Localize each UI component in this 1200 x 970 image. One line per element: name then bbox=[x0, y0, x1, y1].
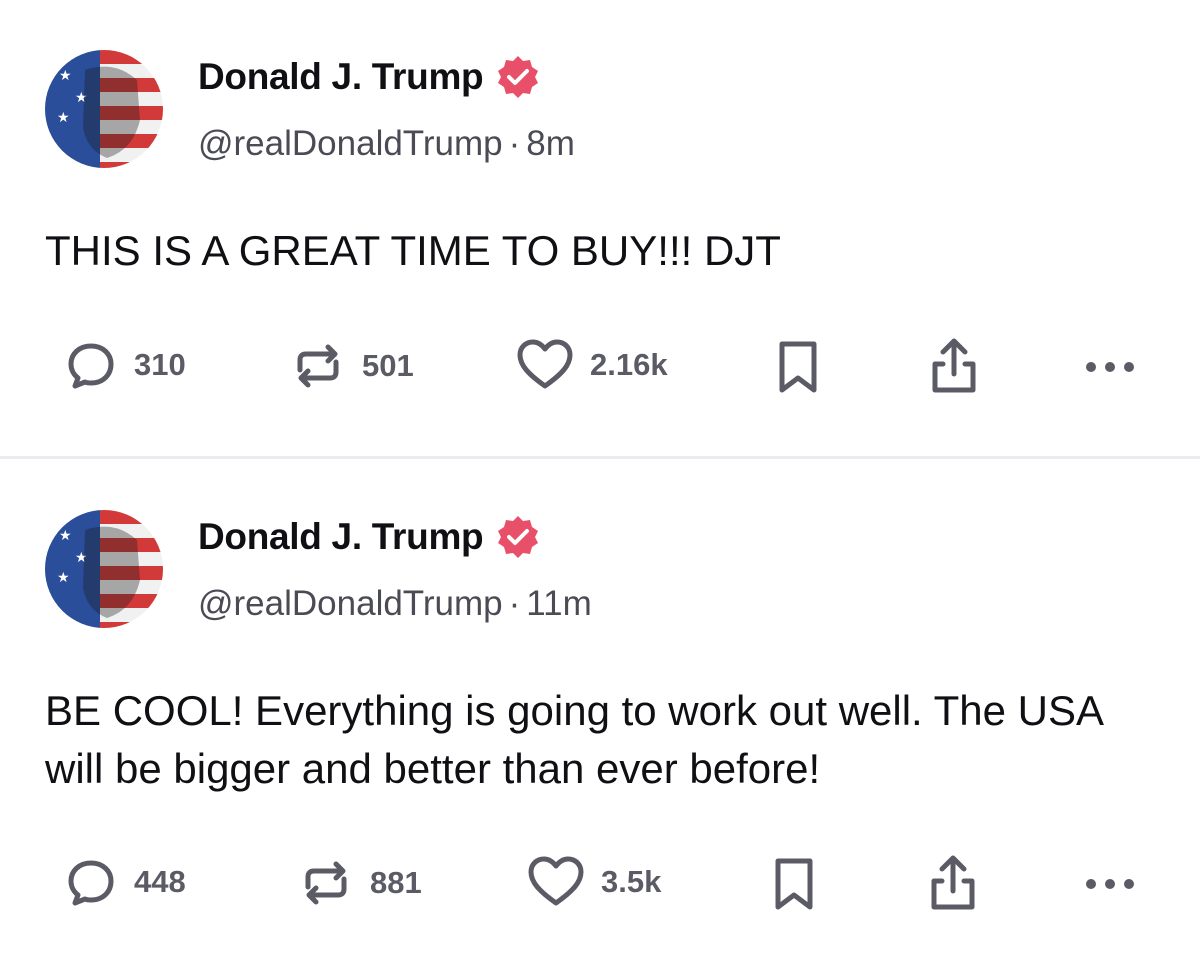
post[interactable]: ★ ★ ★ Donald J. Trump @realDonaldTrump · 8… bbox=[0, 0, 1200, 458]
avatar[interactable]: ★ ★ ★ bbox=[45, 510, 163, 628]
separator: · bbox=[508, 584, 521, 623]
reply-icon bbox=[62, 336, 120, 394]
reply-count: 448 bbox=[134, 864, 186, 899]
handle-row: @realDonaldTrump · 8m bbox=[198, 124, 575, 164]
like-count: 3.5k bbox=[601, 864, 662, 899]
svg-text:★: ★ bbox=[59, 67, 72, 83]
share-button[interactable] bbox=[924, 853, 982, 913]
author-name[interactable]: Donald J. Trump bbox=[198, 56, 484, 98]
reply-button[interactable]: 448 bbox=[62, 853, 186, 911]
more-icon bbox=[1080, 853, 1140, 913]
action-bar: 448 881 3.5k bbox=[0, 853, 1200, 913]
like-button[interactable]: 3.5k bbox=[525, 853, 661, 911]
repost-button[interactable]: 501 bbox=[288, 336, 414, 396]
svg-text:★: ★ bbox=[57, 569, 70, 585]
action-bar: 310 501 2.16k bbox=[0, 336, 1200, 396]
author-row: Donald J. Trump bbox=[198, 514, 541, 560]
post-text: BE COOL! Everything is going to work out… bbox=[45, 687, 1102, 792]
post-text: THIS IS A GREAT TIME TO BUY!!! DJT bbox=[45, 227, 781, 274]
author-handle[interactable]: @realDonaldTrump bbox=[198, 584, 503, 623]
separator: · bbox=[508, 124, 521, 163]
reply-icon bbox=[62, 853, 120, 911]
share-button[interactable] bbox=[925, 336, 983, 396]
timestamp[interactable]: 8m bbox=[526, 124, 575, 163]
verified-badge-icon bbox=[495, 514, 541, 560]
repost-icon bbox=[288, 336, 348, 396]
bookmark-icon bbox=[772, 336, 824, 396]
svg-text:★: ★ bbox=[59, 527, 72, 543]
more-button[interactable] bbox=[1080, 853, 1140, 913]
share-icon bbox=[924, 853, 982, 913]
repost-count: 501 bbox=[362, 348, 414, 383]
bookmark-button[interactable] bbox=[772, 336, 824, 396]
verified-badge-icon bbox=[495, 54, 541, 100]
like-button[interactable]: 2.16k bbox=[514, 336, 668, 394]
share-icon bbox=[925, 336, 983, 396]
like-count: 2.16k bbox=[590, 347, 668, 382]
repost-count: 881 bbox=[370, 865, 422, 900]
author-name[interactable]: Donald J. Trump bbox=[198, 516, 484, 558]
reply-count: 310 bbox=[134, 347, 186, 382]
like-icon bbox=[514, 336, 576, 394]
repost-button[interactable]: 881 bbox=[296, 853, 422, 913]
more-button[interactable] bbox=[1080, 336, 1140, 396]
repost-icon bbox=[296, 853, 356, 913]
author-handle[interactable]: @realDonaldTrump bbox=[198, 124, 503, 163]
bookmark-icon bbox=[768, 853, 820, 913]
bookmark-button[interactable] bbox=[768, 853, 820, 913]
timestamp[interactable]: 11m bbox=[526, 584, 592, 623]
svg-text:★: ★ bbox=[57, 109, 70, 125]
handle-row: @realDonaldTrump · 11m bbox=[198, 584, 592, 624]
avatar[interactable]: ★ ★ ★ bbox=[45, 50, 163, 168]
reply-button[interactable]: 310 bbox=[62, 336, 186, 394]
like-icon bbox=[525, 853, 587, 911]
author-row: Donald J. Trump bbox=[198, 54, 541, 100]
post[interactable]: ★ ★ ★ Donald J. Trump @realDonaldTrump · 1… bbox=[0, 460, 1200, 970]
more-icon bbox=[1080, 336, 1140, 396]
post-divider bbox=[0, 456, 1200, 459]
